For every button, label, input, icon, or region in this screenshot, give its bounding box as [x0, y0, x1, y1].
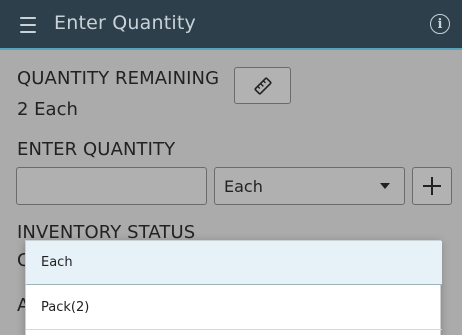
ruler-icon: [253, 76, 272, 95]
add-button[interactable]: [412, 167, 452, 205]
uom-selected-value: Each: [224, 177, 263, 196]
quantity-input[interactable]: [16, 167, 207, 205]
uom-option-pack[interactable]: Pack(2): [26, 286, 442, 330]
app-header: Enter Quantity i: [0, 0, 462, 50]
plus-icon: [423, 177, 441, 195]
quantity-remaining-value: 2 Each: [17, 99, 78, 120]
enter-quantity-screen: Enter Quantity i QUANTITY REMAINING 2 Ea…: [0, 0, 462, 335]
chevron-down-icon: [380, 183, 390, 189]
info-icon[interactable]: i: [430, 14, 450, 34]
page-title: Enter Quantity: [54, 12, 196, 34]
enter-quantity-label: ENTER QUANTITY: [17, 139, 176, 160]
quantity-remaining-label: QUANTITY REMAINING: [17, 68, 220, 89]
measure-button[interactable]: [234, 67, 291, 104]
uom-option-each[interactable]: Each: [26, 241, 442, 285]
hamburger-menu-icon[interactable]: [18, 16, 38, 34]
uom-dropdown-list: Each Pack(2): [25, 240, 442, 335]
unit-of-measure-select[interactable]: Each: [214, 167, 405, 205]
